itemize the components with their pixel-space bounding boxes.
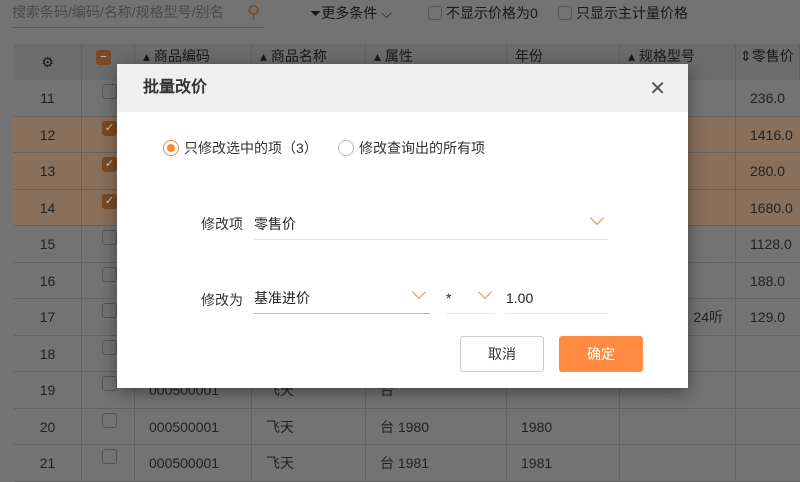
cell-no: 13 [14, 153, 82, 190]
item-label: 修改项 [201, 216, 243, 232]
radio-label: 只修改选中的项（3） [184, 140, 318, 156]
cell-price: 1128.0 [736, 226, 800, 263]
header-label: 规格型号 [638, 48, 695, 64]
cell-price: 188.0 [736, 263, 800, 300]
header-label: 零售价 [751, 48, 794, 64]
checkbox[interactable] [102, 339, 117, 355]
batch-price-dialog: 批量改价 ✕ 只修改选中的项（3） 修改查询出的所有项 修改项 零售价 修改为 … [117, 64, 688, 388]
operator-select[interactable]: * [446, 284, 494, 314]
cell-price [736, 409, 800, 446]
header-label: 年份 [515, 48, 543, 64]
checkbox[interactable] [102, 230, 117, 245]
checkbox[interactable]: ✓ [102, 157, 117, 172]
radio-icon[interactable] [338, 140, 354, 156]
checkbox[interactable]: ✓ [102, 120, 117, 136]
cell-code: 000500001 [135, 408, 252, 445]
header-label: 商品编码 [153, 48, 210, 64]
operator-value: * [446, 290, 452, 306]
table-row[interactable]: 21 000500001 飞天台 1981 1981 [14, 445, 800, 482]
cell-no: 12 [14, 116, 82, 153]
chevron-down-icon [477, 284, 493, 300]
cell-attr: 台 1980 [366, 408, 507, 445]
cell-attr: 台 1981 [366, 445, 507, 482]
item-value: 零售价 [254, 216, 296, 232]
row-checkbox[interactable] [82, 445, 135, 482]
checkbox[interactable] [428, 6, 442, 20]
confirm-button[interactable]: 确定 [559, 336, 643, 372]
item-select[interactable]: 零售价 [254, 210, 608, 240]
cell-spec [620, 408, 736, 445]
checkbox[interactable]: ✓ [102, 193, 117, 209]
factor-value: 1.00 [506, 290, 534, 306]
radio-selected-only[interactable]: 只修改选中的项（3） [163, 138, 318, 158]
cell-no: 15 [14, 226, 82, 263]
to-label: 修改为 [201, 292, 243, 308]
search-icon[interactable]: ⚲ [247, 0, 260, 24]
radio-label: 修改查询出的所有项 [359, 140, 485, 156]
base-price-select[interactable]: 基准进价 [254, 284, 430, 314]
chevron-down-icon: ⌵ [381, 5, 392, 21]
checkbox-label: 不显示价格为0 [446, 5, 538, 21]
cell-name: 飞天 [252, 445, 366, 482]
checkbox-label: 只显示主计量价格 [576, 5, 688, 21]
checkbox[interactable] [102, 303, 117, 318]
hide-zero-price-checkbox[interactable]: 不显示价格为0 [428, 3, 538, 23]
checkbox[interactable] [102, 266, 117, 282]
search-input[interactable]: 搜索条码/编码/名称/规格型号/别名 ⚲ [12, 0, 264, 28]
more-conditions-button[interactable]: ⏷更多条件 ⌵ [310, 3, 392, 23]
chevron-down-icon [411, 284, 427, 300]
cell-price: 280.0 [736, 153, 800, 190]
cell-price: 1416.0 [736, 117, 800, 154]
dialog-title: 批量改价 [117, 64, 688, 112]
checkbox[interactable] [102, 449, 117, 464]
cell-spec [620, 445, 736, 482]
cell-no: 14 [14, 189, 82, 226]
close-icon[interactable]: ✕ [649, 76, 666, 101]
cell-year: 1981 [507, 445, 620, 482]
cell-no: 18 [14, 335, 82, 372]
search-placeholder: 搜索条码/编码/名称/规格型号/别名 [12, 4, 224, 20]
toolbar: 搜索条码/编码/名称/规格型号/别名 ⚲ ⏷更多条件 ⌵ 不显示价格为0 只显示主… [0, 0, 800, 44]
cell-price [736, 372, 800, 409]
radio-all-results[interactable]: 修改查询出的所有项 [338, 138, 485, 158]
chevron-down-icon [589, 210, 605, 226]
cell-no: 17 [14, 299, 82, 336]
cell-price: 1680.0 [736, 190, 800, 227]
more-label: 更多条件 [321, 5, 378, 21]
header-label: 属性 [384, 48, 413, 64]
cell-no: 16 [14, 262, 82, 299]
cell-code: 000500001 [135, 445, 252, 482]
checkbox[interactable] [102, 412, 117, 428]
cell-no: 21 [14, 445, 82, 482]
header-price[interactable]: ⇕零售价 [736, 44, 800, 80]
factor-input[interactable]: 1.00 [506, 284, 608, 314]
cell-no: 19 [14, 372, 82, 409]
checkbox[interactable] [102, 84, 117, 99]
row-checkbox[interactable] [82, 408, 135, 445]
cell-no: 11 [14, 80, 82, 117]
cell-name: 飞天 [252, 408, 366, 445]
header-label: 商品名称 [270, 48, 327, 64]
cell-price: 236.0 [736, 80, 800, 117]
settings-gear-icon[interactable]: ⚙ [14, 44, 82, 80]
cell-price: 129.0 [736, 299, 800, 336]
base-price-value: 基准进价 [254, 290, 310, 306]
cancel-button[interactable]: 取消 [460, 336, 544, 372]
cell-year: 1980 [507, 408, 620, 445]
filter-icon: ⏷ [310, 5, 322, 21]
radio-icon[interactable] [163, 140, 179, 156]
checkbox[interactable] [102, 376, 117, 391]
table-row[interactable]: 20 000500001 飞天台 1980 1980 [14, 408, 800, 446]
cell-price [736, 445, 800, 482]
cell-price [736, 336, 800, 373]
checkbox[interactable] [558, 6, 572, 20]
cell-no: 20 [14, 408, 82, 445]
main-unit-only-checkbox[interactable]: 只显示主计量价格 [558, 3, 688, 23]
